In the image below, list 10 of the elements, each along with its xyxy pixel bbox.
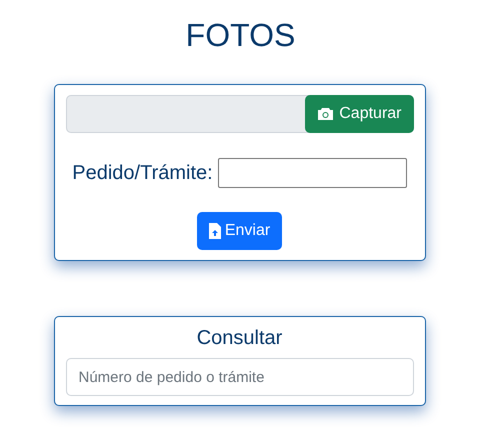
send-button[interactable]: Enviar (196, 212, 282, 250)
query-title: Consultar (196, 326, 282, 350)
capture-button[interactable]: Capturar (305, 95, 414, 133)
order-label: Pedido/Trámite: (72, 161, 213, 186)
order-input[interactable] (218, 158, 407, 188)
file-field[interactable]: Capturar (66, 95, 414, 133)
file-upload-icon (208, 223, 221, 239)
camera-icon (317, 107, 334, 121)
page-title: FOTOS (186, 16, 296, 54)
search-field[interactable]: Número de pedido o trámite (66, 358, 414, 396)
